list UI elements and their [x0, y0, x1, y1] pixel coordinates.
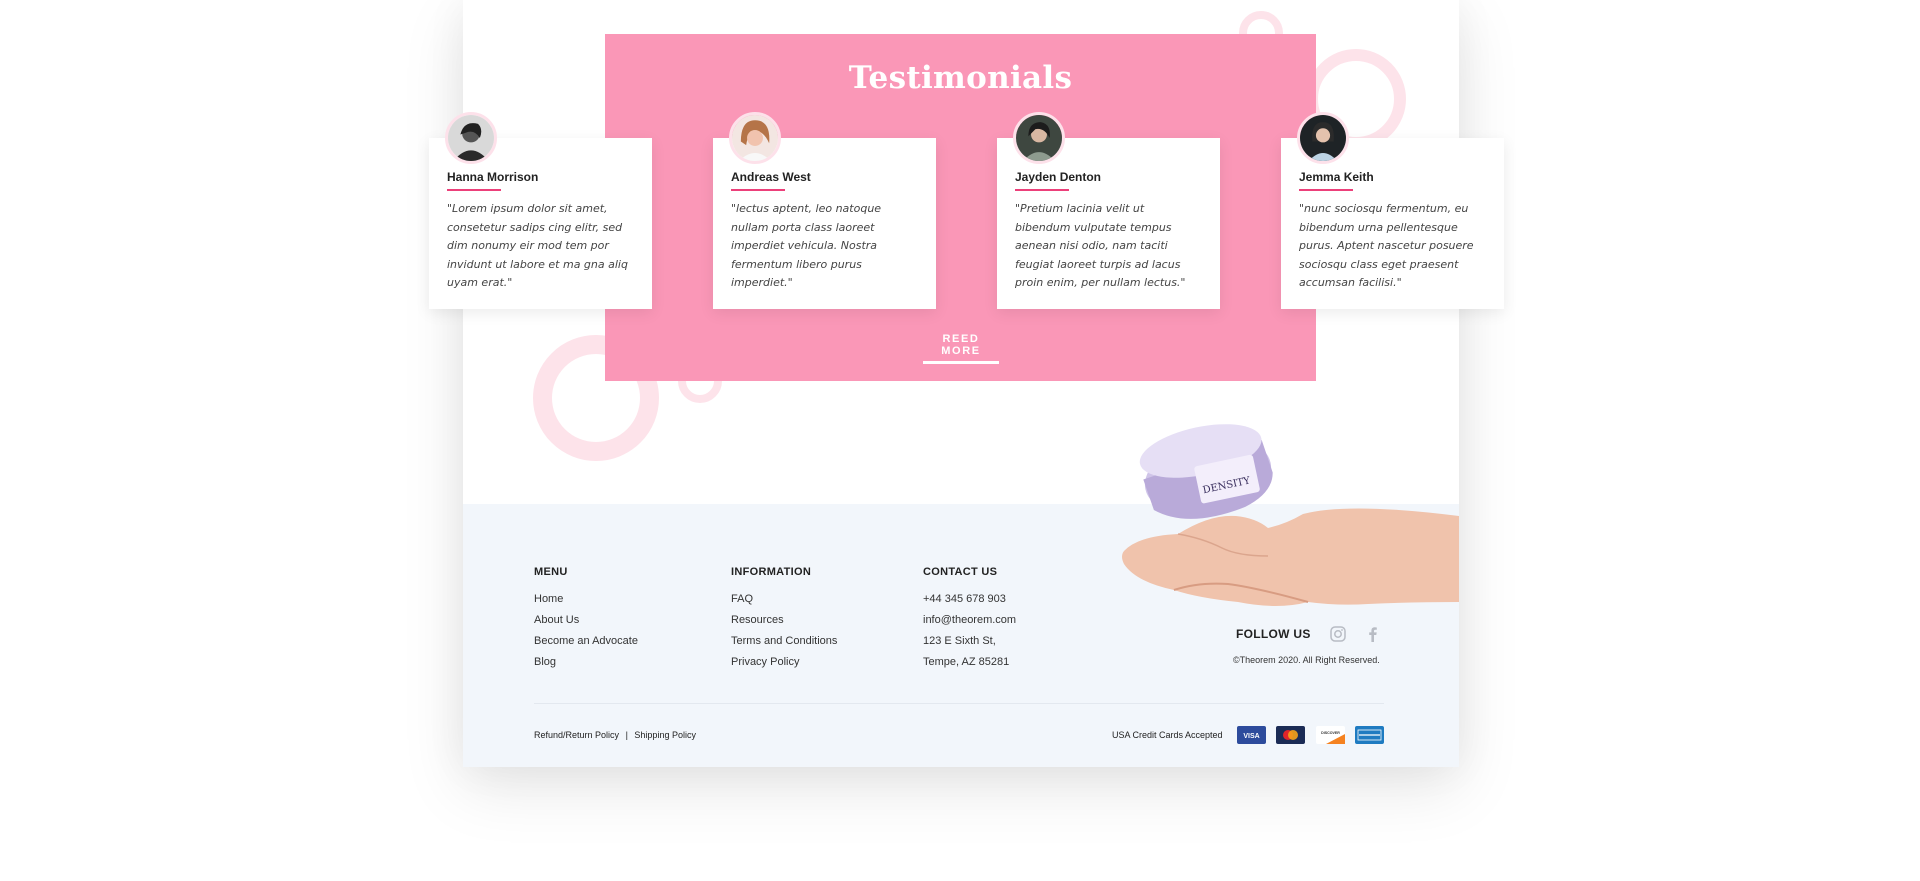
testimonial-quote: "Pretium lacinia velit ut bibendum vulpu… — [1015, 202, 1186, 289]
avatar — [445, 112, 497, 164]
contact-phone[interactable]: +44 345 678 903 — [923, 589, 1016, 610]
svg-text:VISA: VISA — [1243, 733, 1259, 740]
testimonial-card: Jayden Denton "Pretium lacinia velit ut … — [997, 112, 1220, 309]
read-more-link[interactable]: REED MORE — [923, 333, 999, 364]
footer-menu-column: MENU Home About Us Become an Advocate Bl… — [534, 566, 638, 673]
avatar — [729, 112, 781, 164]
footer-link-faq[interactable]: FAQ — [731, 589, 837, 610]
refund-policy-link[interactable]: Refund/Return Policy — [534, 730, 619, 740]
testimonial-card: Jemma Keith "nunc sociosqu fermentum, eu… — [1281, 112, 1504, 309]
policy-separator: | — [625, 730, 628, 740]
discover-card-icon: DISCOVER — [1316, 726, 1345, 744]
name-underline — [731, 189, 785, 191]
product-hero-image: DENSITY — [1118, 406, 1459, 612]
policy-links: Refund/Return Policy | Shipping Policy — [534, 730, 696, 740]
footer-link-blog[interactable]: Blog — [534, 652, 638, 673]
avatar-image — [1300, 115, 1346, 161]
contact-address-line: Tempe, AZ 85281 — [923, 656, 1010, 668]
footer-link-terms[interactable]: Terms and Conditions — [731, 631, 837, 652]
testimonial-quote: "lectus aptent, leo natoque nullam porta… — [731, 202, 882, 289]
footer-link-privacy[interactable]: Privacy Policy — [731, 652, 837, 673]
name-underline — [1015, 189, 1069, 191]
footer-link-resources[interactable]: Resources — [731, 610, 837, 631]
footer-menu-title: MENU — [534, 566, 568, 578]
name-underline — [447, 189, 501, 191]
testimonial-quote: "nunc sociosqu fermentum, eu bibendum ur… — [1299, 202, 1474, 289]
testimonial-name: Jemma Keith — [1299, 170, 1374, 184]
instagram-icon[interactable] — [1329, 625, 1347, 643]
mastercard-icon — [1276, 726, 1305, 744]
footer-contact-column: CONTACT US +44 345 678 903 info@theorem.… — [923, 566, 1016, 673]
contact-address-line: 123 E Sixth St, — [923, 635, 996, 647]
svg-text:DISCOVER: DISCOVER — [1321, 731, 1340, 735]
footer-information-title: INFORMATION — [731, 566, 812, 578]
footer-link-become-advocate[interactable]: Become an Advocate — [534, 631, 638, 652]
testimonial-name: Hanna Morrison — [447, 170, 539, 184]
shipping-policy-link[interactable]: Shipping Policy — [634, 730, 696, 740]
footer-link-about-us[interactable]: About Us — [534, 610, 638, 631]
avatar — [1013, 112, 1065, 164]
footer-divider — [534, 703, 1384, 704]
hand-holding-jar-illustration: DENSITY — [1122, 424, 1459, 606]
footer-information-column: INFORMATION FAQ Resources Terms and Cond… — [731, 566, 837, 673]
testimonial-name: Jayden Denton — [1015, 170, 1102, 184]
amex-card-icon — [1355, 726, 1384, 744]
section-title: Testimonials — [848, 60, 1073, 96]
visa-card-icon: VISA — [1237, 726, 1266, 744]
testimonial-name: Andreas West — [731, 170, 811, 184]
avatar — [1297, 112, 1349, 164]
testimonial-quote: "Lorem ipsum dolor sit amet, consetetur … — [447, 202, 628, 289]
cards-accepted-label: USA Credit Cards Accepted — [1112, 730, 1223, 740]
facebook-icon[interactable] — [1364, 625, 1382, 643]
avatar-image — [1016, 115, 1062, 161]
copyright-text: ©Theorem 2020. All Right Reserved. — [1233, 655, 1380, 665]
footer-link-home[interactable]: Home — [534, 589, 638, 610]
avatar-image — [732, 115, 778, 161]
testimonial-card: Hanna Morrison "Lorem ipsum dolor sit am… — [429, 112, 652, 309]
follow-us-label: FOLLOW US — [1236, 627, 1311, 641]
name-underline — [1299, 189, 1353, 191]
avatar-image — [448, 115, 494, 161]
footer-contact-title: CONTACT US — [923, 566, 998, 578]
contact-email[interactable]: info@theorem.com — [923, 610, 1016, 631]
testimonial-card: Andreas West "lectus aptent, leo natoque… — [713, 112, 936, 309]
